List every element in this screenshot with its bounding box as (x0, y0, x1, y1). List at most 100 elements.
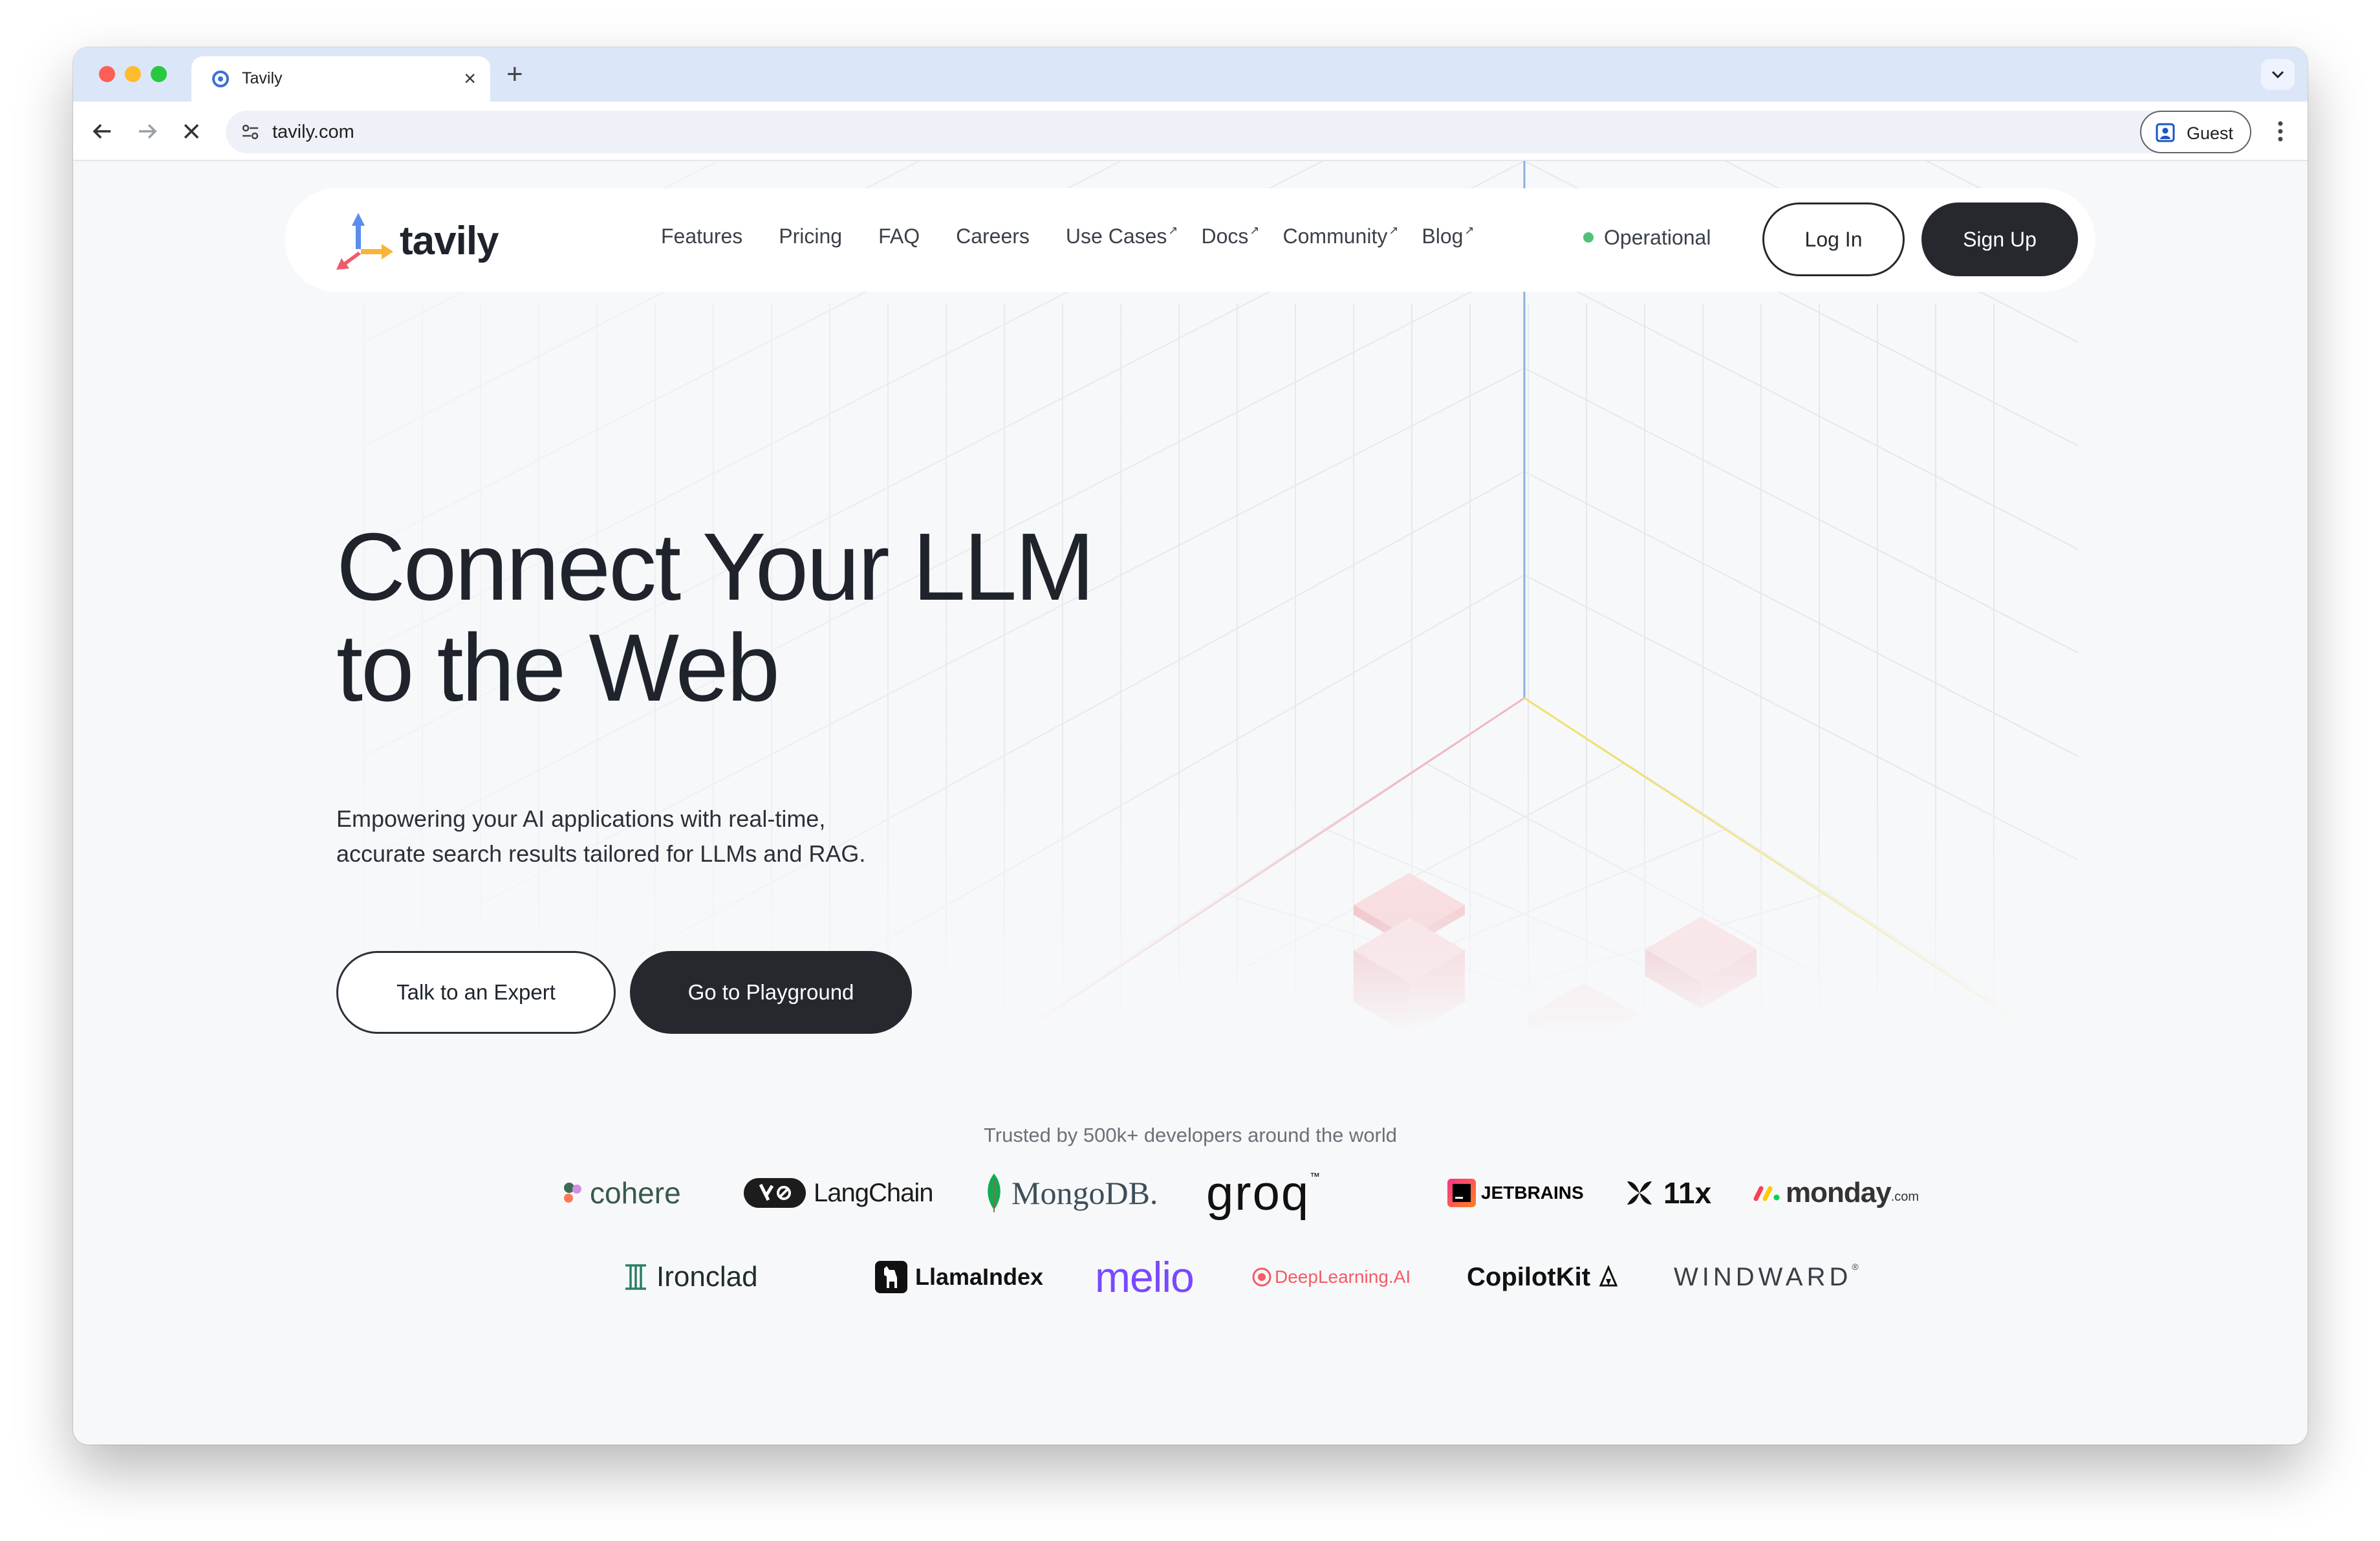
nav-link-label: Community (1282, 224, 1388, 248)
url-text: tavily.com (272, 122, 354, 142)
llamaindex-wordmark: LlamaIndex (915, 1263, 1044, 1290)
tavily-logo-mark-icon (336, 213, 393, 270)
status-label: Operational (1604, 226, 1711, 249)
ironclad-wordmark: Ironclad (656, 1261, 758, 1293)
site-settings-icon[interactable] (240, 122, 261, 142)
nav-link-label: Blog (1422, 224, 1464, 248)
deeplearning-wordmark: DeepLearning.AI (1275, 1267, 1411, 1287)
address-bar[interactable]: tavily.com (226, 111, 2206, 153)
browser-window: Tavily × + tavily.com Guest tavily Featu… (73, 47, 2308, 1445)
tavily-logo[interactable]: tavily (336, 209, 504, 271)
monday-wordmark: monday (1786, 1177, 1892, 1208)
cohere-mark-icon (564, 1183, 581, 1203)
nav-link-label: Careers (956, 224, 1030, 248)
maximize-window-button[interactable] (151, 66, 167, 82)
nav-link-docs[interactable]: Docs ↗ (1202, 224, 1260, 248)
llamaindex-mark-icon (875, 1261, 907, 1293)
11x-mark-icon (1627, 1181, 1652, 1205)
new-tab-button[interactable]: + (506, 59, 523, 90)
hero-title-line: to the Web (336, 615, 780, 721)
profile-label: Guest (2187, 124, 2234, 143)
tab-close-icon[interactable]: × (464, 65, 476, 91)
trademark-mark: ™ (1310, 1172, 1321, 1183)
langchain-mark-icon (744, 1178, 806, 1208)
cohere-wordmark: cohere (590, 1176, 681, 1210)
web-page: tavily Features Pricing FAQ Careers Use … (73, 161, 2308, 1445)
melio-logo: melio (1095, 1251, 1195, 1303)
nav-link-label: Pricing (779, 224, 843, 248)
nav-link-use-cases[interactable]: Use Cases ↗ (1066, 224, 1178, 248)
stop-loading-icon[interactable] (182, 122, 201, 141)
copilotkit-logo: CopilotKit (1467, 1251, 1620, 1303)
tab-strip: Tavily × + (73, 47, 2308, 102)
customer-logos-row-2: Ironclad LlamaIndex melio DeepLearning.A… (73, 1251, 2308, 1303)
logo-wordmark: tavily (400, 219, 499, 263)
site-navbar: tavily Features Pricing FAQ Careers Use … (285, 188, 2095, 292)
monday-mark-icon (1753, 1186, 1780, 1201)
back-arrow-icon[interactable] (91, 120, 113, 142)
ironclad-mark-icon (625, 1264, 646, 1290)
nav-link-label: FAQ (878, 224, 920, 248)
tab-search-button[interactable] (2261, 59, 2295, 90)
tavily-favicon-icon (212, 71, 229, 87)
forward-arrow-icon[interactable] (136, 120, 158, 142)
status-indicator[interactable]: Operational (1583, 226, 1711, 250)
hero-title: Connect Your LLM to the Web (336, 517, 1242, 719)
nav-link-community[interactable]: Community ↗ (1283, 224, 1399, 248)
melio-wordmark: melio (1095, 1253, 1195, 1301)
deeplearning-ai-logo: DeepLearning.AI (1251, 1251, 1411, 1303)
tab-tavily[interactable]: Tavily × (191, 56, 490, 102)
nav-link-label: Docs (1201, 224, 1249, 248)
talk-to-expert-button[interactable]: Talk to an Expert (336, 951, 616, 1034)
go-to-playground-button[interactable]: Go to Playground (630, 951, 912, 1034)
person-icon (2156, 123, 2175, 142)
nav-link-label: Features (661, 224, 743, 248)
status-dot-icon (1583, 232, 1594, 243)
copilotkit-wordmark: CopilotKit (1467, 1262, 1591, 1291)
nav-link-pricing[interactable]: Pricing (779, 224, 842, 248)
mongodb-logo: MongoDB. (983, 1167, 1158, 1219)
jetbrains-wordmark: JETBRAINS (1481, 1183, 1584, 1203)
chevron-down-icon (2271, 71, 2284, 79)
hero-title-line: Connect Your LLM (336, 514, 1095, 620)
more-menu-icon[interactable] (2277, 120, 2284, 142)
nav-link-features[interactable]: Features (661, 224, 742, 248)
close-window-button[interactable] (99, 66, 115, 82)
nav-link-faq[interactable]: FAQ (878, 224, 920, 248)
external-link-icon: ↗ (1464, 224, 1475, 237)
nav-link-careers[interactable]: Careers (956, 224, 1030, 248)
external-link-icon: ↗ (1389, 224, 1399, 237)
ironclad-logo: Ironclad (623, 1251, 758, 1303)
nav-link-blog[interactable]: Blog ↗ (1422, 224, 1474, 248)
langchain-logo: LangChain (742, 1167, 933, 1219)
login-button[interactable]: Log In (1762, 202, 1905, 276)
nav-link-label: Use Cases (1065, 224, 1167, 248)
mongodb-wordmark: MongoDB. (1012, 1175, 1158, 1211)
windward-logo: WINDWARD ® (1674, 1251, 1859, 1303)
registered-mark: ® (1852, 1262, 1859, 1272)
hero-subtitle: Empowering your AI applications with rea… (336, 802, 983, 871)
trusted-by-heading: Trusted by 500k+ developers around the w… (983, 1124, 1398, 1146)
hero-subtitle-line: accurate search results tailored for LLM… (336, 840, 866, 867)
external-link-icon: ↗ (1168, 224, 1178, 237)
customer-logos-row-1: cohere LangChain MongoDB. groq ™ JETBRAI… (73, 1165, 2308, 1221)
profile-button[interactable]: Guest (2140, 111, 2251, 153)
langchain-wordmark: LangChain (814, 1178, 933, 1207)
nav-links: Features Pricing FAQ Careers Use Cases ↗ … (661, 224, 1511, 248)
signup-button[interactable]: Sign Up (1921, 202, 2078, 276)
groq-wordmark: groq (1206, 1165, 1310, 1221)
external-link-icon: ↗ (1250, 224, 1260, 237)
tab-title: Tavily (242, 69, 283, 87)
windward-wordmark: WINDWARD (1674, 1262, 1852, 1291)
cohere-logo: cohere (561, 1167, 681, 1219)
11x-wordmark: 11x (1663, 1176, 1712, 1210)
11x-logo: 11x (1623, 1167, 1711, 1219)
groq-logo: groq ™ (1206, 1165, 1321, 1221)
llamaindex-logo: LlamaIndex (875, 1251, 1043, 1303)
copilotkit-mark-icon (1599, 1265, 1618, 1287)
hero-subtitle-line: Empowering your AI applications with rea… (336, 805, 826, 832)
monday-suffix: .com (1890, 1189, 1920, 1204)
jetbrains-mark-icon (1447, 1179, 1476, 1207)
minimize-window-button[interactable] (125, 66, 141, 82)
mongodb-leaf-icon (988, 1174, 1001, 1212)
